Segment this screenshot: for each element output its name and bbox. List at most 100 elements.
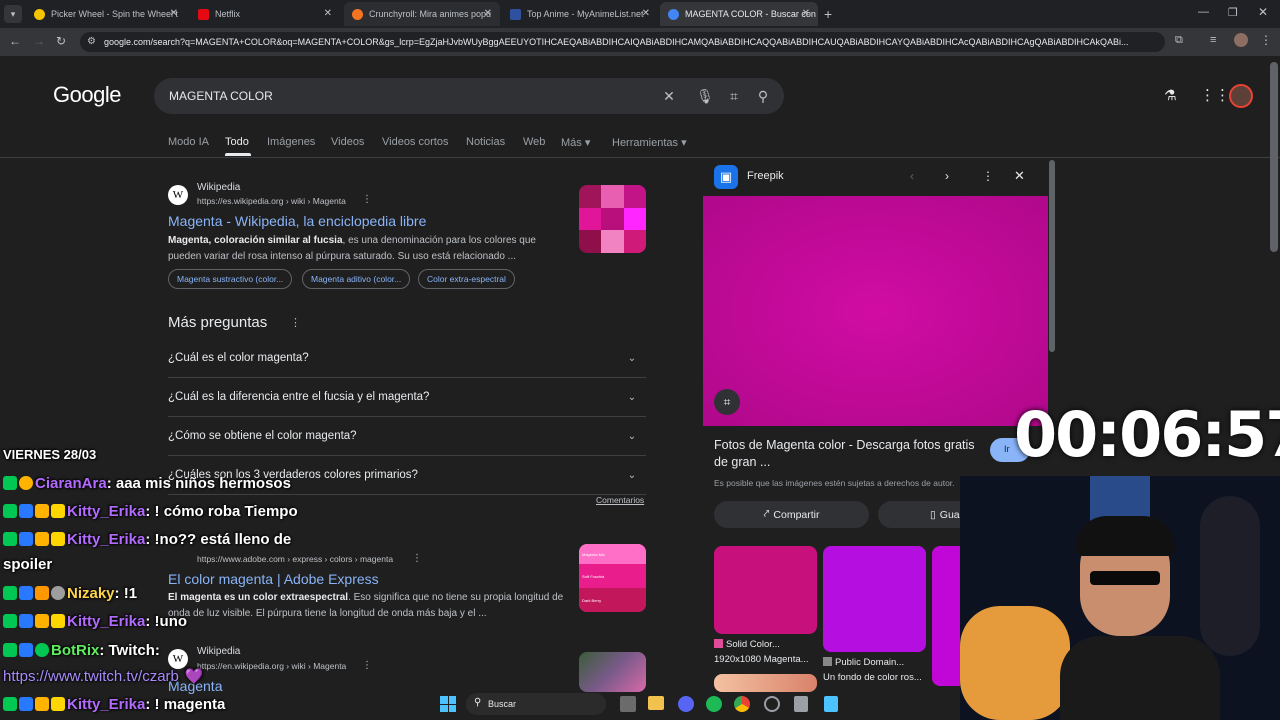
back-icon[interactable]: ← — [9, 34, 21, 48]
share-button[interactable]: ⤤ Compartir — [714, 501, 869, 528]
maximize-icon[interactable]: ❐ — [1228, 6, 1238, 19]
tab-crunchyroll[interactable]: Crunchyroll: Mira animes popu ✕ — [344, 2, 500, 26]
badge-icon — [3, 586, 17, 600]
related-image[interactable] — [932, 546, 960, 686]
task-view-icon[interactable] — [620, 696, 636, 712]
settings-gear-icon[interactable] — [764, 696, 780, 712]
tab-noticias[interactable]: Noticias — [466, 136, 505, 148]
result-thumbnail[interactable] — [579, 652, 646, 692]
discord-icon[interactable] — [678, 696, 694, 712]
tab-todo[interactable]: Todo — [225, 136, 249, 148]
labs-icon[interactable]: ⚗ — [1164, 87, 1177, 104]
webcam-overlay — [960, 476, 1280, 720]
feedback-link[interactable]: Comentarios — [596, 495, 644, 505]
windows-start-icon[interactable] — [440, 696, 456, 712]
close-icon[interactable]: ✕ — [802, 8, 810, 19]
prev-image-icon[interactable]: ‹ — [910, 169, 914, 183]
panel-title[interactable]: Fotos de Magenta color - Descarga fotos … — [714, 437, 984, 471]
tab-videos[interactable]: Videos — [331, 136, 364, 148]
tab-web[interactable]: Web — [523, 136, 545, 148]
myanimelist-icon — [510, 8, 521, 20]
result-thumbnail[interactable]: Magenta Mix Soft Fuschia Dark Berry — [579, 544, 646, 612]
apps-grid-icon[interactable]: ⋮⋮ — [1200, 86, 1230, 104]
clear-icon[interactable]: ✕ — [659, 86, 679, 106]
chat-message: VIERNES 28/03 — [3, 447, 97, 462]
tab-netflix[interactable]: Netflix ✕ — [190, 2, 340, 26]
badge-icon — [35, 697, 49, 711]
forward-icon[interactable]: → — [33, 34, 45, 48]
chip-magenta-aditivo[interactable]: Magenta aditivo (color... — [302, 269, 411, 289]
next-image-icon[interactable]: › — [945, 169, 949, 183]
tab-myanimelist[interactable]: Top Anime - MyAnimeList.net ✕ — [502, 2, 658, 26]
tab-picker-wheel[interactable]: Picker Wheel - Spin the Wheel t ✕ — [26, 2, 186, 26]
tab-modo-ia[interactable]: Modo IA — [168, 136, 209, 148]
menu-icon[interactable]: ⋮ — [1260, 33, 1272, 47]
tab-search-button[interactable]: ▾ — [4, 5, 22, 23]
taskbar-search[interactable]: ⚲ Buscar — [466, 693, 606, 715]
site-info-icon[interactable]: ⚙ — [87, 36, 96, 47]
paa-heading: Más preguntas — [168, 314, 268, 331]
chip-color-extra-espectral[interactable]: Color extra-espectral — [418, 269, 515, 289]
reload-icon[interactable]: ↻ — [56, 34, 66, 48]
notepad-icon[interactable] — [824, 696, 838, 712]
chrome-icon[interactable] — [734, 696, 750, 712]
tab-herramientas[interactable]: Herramientas ▾ — [612, 136, 687, 149]
badge-icon — [3, 532, 17, 546]
badge-icon — [35, 586, 49, 600]
save-button[interactable]: ▯Guardar — [878, 501, 960, 528]
minimize-icon[interactable]: — — [1198, 6, 1209, 18]
extensions-icon[interactable]: ⧉ — [1175, 34, 1183, 47]
spotify-icon[interactable] — [706, 696, 722, 712]
search-icon[interactable]: ⚲ — [753, 86, 773, 106]
search-input[interactable]: MAGENTA COLOR ✕ 🎙 ⌗ ⚲ — [154, 78, 784, 114]
lens-search-icon[interactable]: ⌗ — [714, 389, 740, 415]
more-options-icon[interactable]: ⋮ — [412, 553, 422, 564]
close-panel-icon[interactable]: ✕ — [1014, 168, 1025, 184]
badge-icon — [35, 504, 49, 518]
result-thumbnail[interactable] — [579, 185, 646, 253]
more-options-icon[interactable]: ⋮ — [362, 194, 372, 205]
chip-magenta-sustractivo[interactable]: Magenta sustractivo (color... — [168, 269, 293, 289]
tab-videos-cortos[interactable]: Videos cortos — [382, 136, 448, 148]
result-url[interactable]: https://es.wikipedia.org › wiki › Magent… — [197, 196, 346, 206]
new-tab-button[interactable]: + — [824, 6, 832, 22]
more-options-icon[interactable]: ⋮ — [362, 660, 372, 671]
tab-google-search[interactable]: MAGENTA COLOR - Buscar con ✕ — [660, 2, 818, 26]
tab-imagenes[interactable]: Imágenes — [267, 136, 315, 148]
panel-main-image[interactable] — [703, 196, 1048, 426]
chevron-down-icon: ⌄ — [627, 392, 637, 403]
close-window-icon[interactable]: ✕ — [1258, 5, 1268, 19]
panel-scrollbar[interactable] — [1049, 160, 1055, 352]
close-icon[interactable]: ✕ — [484, 8, 492, 19]
freepik-icon: ▣ — [714, 165, 738, 189]
calculator-icon[interactable] — [794, 696, 808, 712]
related-image[interactable] — [823, 546, 926, 652]
tab-mas[interactable]: Más ▾ — [561, 136, 590, 149]
paa-question[interactable]: ¿Cuál es el color magenta? ⌄ — [168, 339, 646, 378]
close-icon[interactable]: ✕ — [170, 8, 178, 19]
crunchyroll-icon — [352, 8, 363, 20]
google-logo[interactable]: Google — [53, 82, 121, 108]
close-icon[interactable]: ✕ — [324, 8, 332, 19]
lens-icon[interactable]: ⌗ — [724, 86, 744, 106]
address-bar[interactable]: ⚙ google.com/search?q=MAGENTA+COLOR&oq=M… — [80, 32, 1165, 52]
panel-source[interactable]: Freepik — [747, 170, 784, 182]
result-source[interactable]: Wikipedia — [197, 182, 240, 193]
related-image-title: Public Domain... — [823, 657, 904, 668]
microphone-icon[interactable]: 🎙 — [695, 86, 715, 106]
more-options-icon[interactable]: ⋮ — [290, 316, 301, 329]
divider — [0, 157, 1280, 158]
media-icon[interactable]: ≡ — [1210, 34, 1216, 46]
more-options-icon[interactable]: ⋮ — [982, 169, 994, 183]
result-title[interactable]: Magenta - Wikipedia, la enciclopedia lib… — [168, 213, 426, 229]
badge-icon — [51, 586, 65, 600]
badge-icon — [35, 532, 49, 546]
profile-avatar[interactable] — [1234, 33, 1248, 47]
paa-question[interactable]: ¿Cuál es la diferencia entre el fucsia y… — [168, 378, 646, 417]
related-image[interactable] — [714, 546, 817, 634]
close-icon[interactable]: ✕ — [642, 8, 650, 19]
page-scrollbar[interactable] — [1270, 62, 1278, 252]
account-avatar[interactable] — [1229, 84, 1253, 108]
stream-chat-overlay: VIERNES 28/03 CiaranAra: aaa mis niños h… — [0, 445, 340, 720]
file-explorer-icon[interactable] — [648, 696, 664, 710]
